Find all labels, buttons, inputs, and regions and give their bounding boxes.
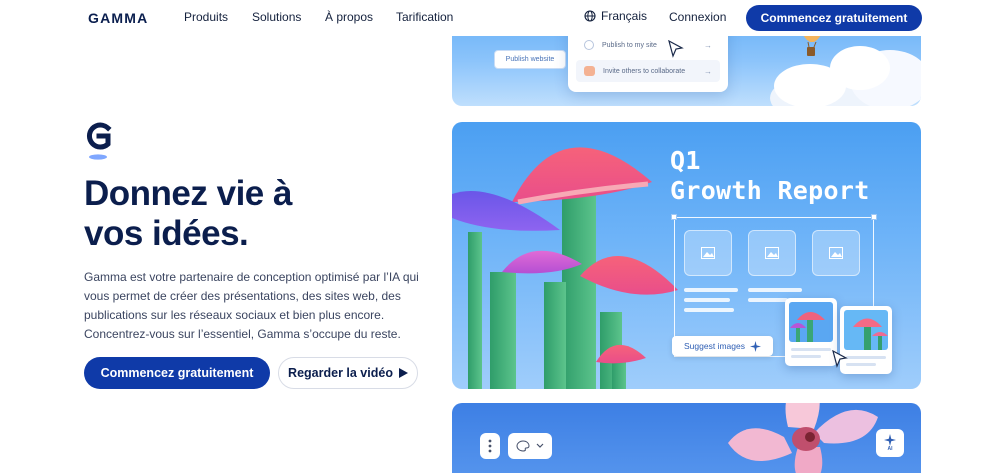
report-title-line-1: Q1 <box>670 146 701 175</box>
palette-icon <box>516 440 530 452</box>
image-suggestion-thumb[interactable] <box>785 298 837 366</box>
language-selector[interactable]: Français <box>584 9 647 23</box>
resize-handle[interactable] <box>671 214 677 220</box>
cursor-icon <box>668 40 684 58</box>
ai-badge-label: AI <box>887 446 893 452</box>
start-free-button[interactable]: Commencez gratuitement <box>84 357 270 389</box>
arrow-right-icon: → <box>704 66 712 76</box>
text-line-placeholder <box>748 288 802 292</box>
menu-item-publish-site[interactable]: Publish to my site → <box>576 34 720 56</box>
start-free-button-nav[interactable]: Commencez gratuitement <box>746 5 922 31</box>
cursor-icon <box>832 350 848 368</box>
hero-title-line-2: vos idées. <box>84 214 249 253</box>
hero-description: Gamma est votre partenaire de conception… <box>84 270 419 341</box>
image-placeholder[interactable] <box>812 230 860 276</box>
image-icon <box>829 247 843 259</box>
bottom-showcase-panel: AI <box>452 403 921 473</box>
vertical-dots-icon <box>488 439 492 453</box>
suggest-images-button[interactable]: Suggest images <box>672 336 773 356</box>
image-placeholder[interactable] <box>684 230 732 276</box>
top-navbar: GAMMA Produits Solutions À propos Tarifi… <box>0 0 1003 36</box>
mushrooms-illustration <box>452 147 678 389</box>
menu-item-label: Publish to my site <box>602 41 657 49</box>
nav-link-a-propos[interactable]: À propos <box>325 10 373 24</box>
chevron-down-icon <box>536 443 544 448</box>
text-line-placeholder <box>684 288 738 292</box>
text-line-placeholder <box>846 363 876 366</box>
login-link[interactable]: Connexion <box>669 10 726 24</box>
text-line-placeholder <box>684 308 734 312</box>
more-options-button[interactable] <box>480 433 500 459</box>
text-line-placeholder <box>684 298 730 302</box>
report-title-line-2: Growth Report <box>670 176 870 205</box>
nav-link-solutions[interactable]: Solutions <box>252 10 301 24</box>
text-line-placeholder <box>748 298 788 302</box>
orchid-flower-illustration <box>728 403 878 473</box>
mushroom-thumb-image <box>789 302 833 342</box>
language-label: Français <box>601 9 648 23</box>
nav-link-produits[interactable]: Produits <box>184 10 228 24</box>
globe-icon <box>584 10 596 22</box>
growth-report-showcase-panel: Q1 Growth Report Suggest images <box>452 122 921 389</box>
publish-website-button[interactable]: Publish website <box>494 50 566 69</box>
arrow-right-icon: → <box>704 40 712 50</box>
image-placeholder[interactable] <box>748 230 796 276</box>
menu-item-invite[interactable]: Invite others to collaborate → <box>576 60 720 82</box>
theme-palette-dropdown[interactable] <box>508 433 552 459</box>
ai-assist-button[interactable]: AI <box>876 429 904 457</box>
hero-title: Donnez vie à vos idées. <box>84 174 414 254</box>
text-line-placeholder <box>791 348 831 351</box>
nav-link-tarification[interactable]: Tarification <box>396 10 453 24</box>
resize-handle[interactable] <box>871 214 877 220</box>
hero-title-line-1: Donnez vie à <box>84 174 292 213</box>
globe-icon <box>584 40 594 50</box>
gamma-g-mark-icon <box>87 122 112 160</box>
image-icon <box>701 247 715 259</box>
suggest-images-label: Suggest images <box>684 341 745 351</box>
people-icon <box>584 66 595 76</box>
text-line-placeholder <box>791 355 821 358</box>
menu-item-label: Invite others to collaborate <box>603 67 686 75</box>
sparkle-icon <box>749 340 761 352</box>
gamma-logo[interactable]: GAMMA <box>88 10 148 26</box>
text-line-placeholder <box>846 356 886 359</box>
watch-video-label: Regarder la vidéo <box>288 366 393 380</box>
play-icon <box>398 368 408 378</box>
watch-video-button[interactable]: Regarder la vidéo <box>278 357 418 389</box>
image-icon <box>765 247 779 259</box>
report-title: Q1 Growth Report <box>670 146 870 206</box>
mushroom-thumb-image <box>844 310 888 350</box>
sparkle-icon <box>884 434 896 446</box>
